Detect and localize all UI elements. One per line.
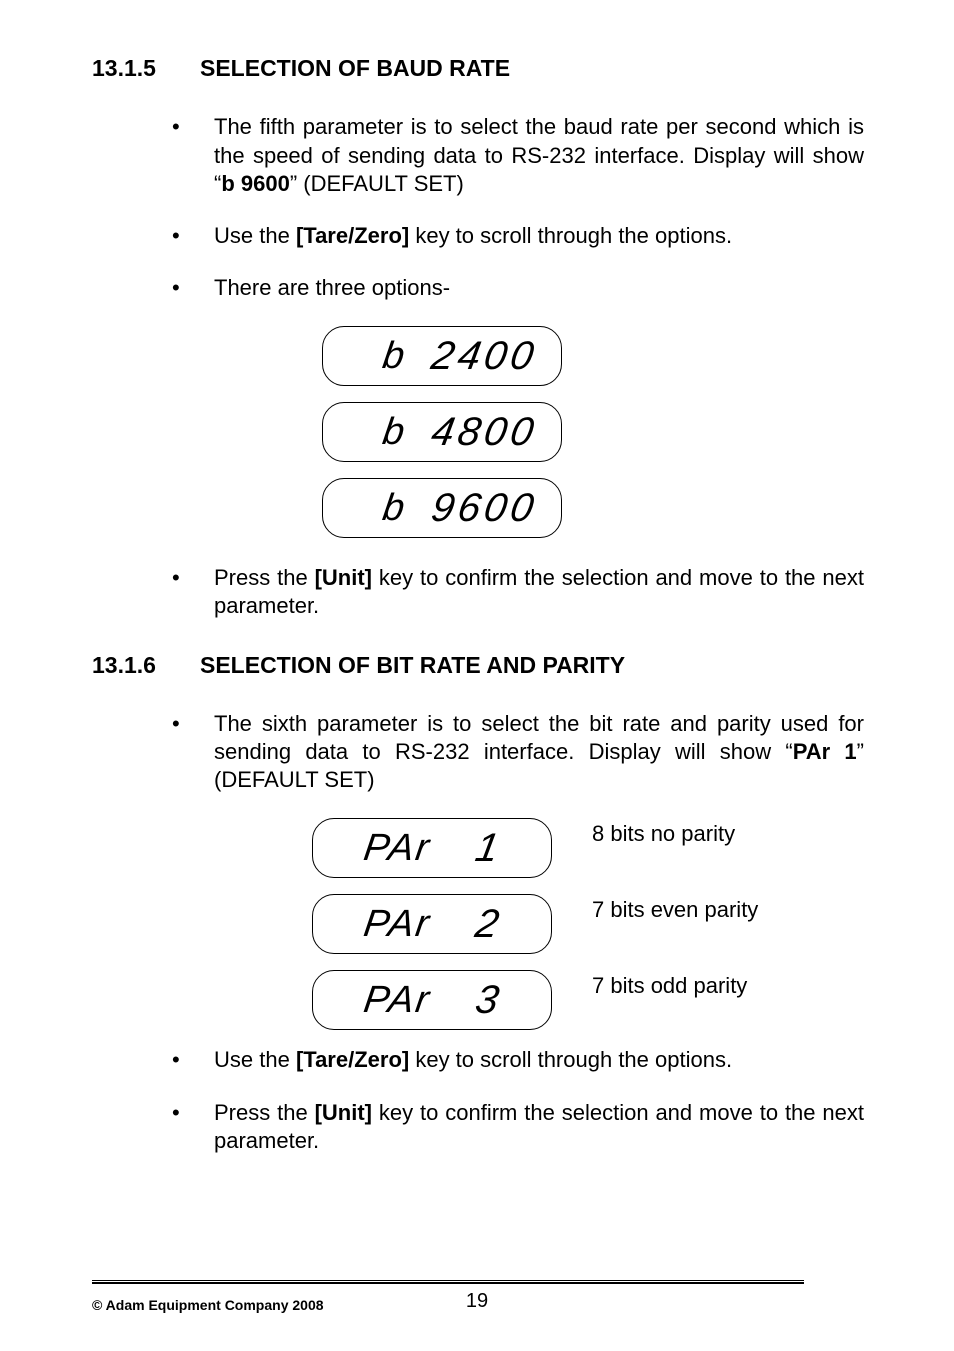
section-title-1: SELECTION OF BAUD RATE: [200, 54, 510, 83]
text-bold: b 9600: [221, 171, 290, 196]
display-value: 3: [472, 975, 505, 1026]
display-prefix: PAr: [360, 824, 433, 873]
text-post: key to scroll through the options.: [409, 223, 732, 248]
text-pre: Press the: [214, 1100, 315, 1125]
page-container: 13.1.5 SELECTION OF BAUD RATE • The fift…: [0, 0, 954, 1351]
list-item: • The fifth parameter is to select the b…: [172, 113, 864, 197]
text-post: key to scroll through the options.: [409, 1047, 732, 1072]
text-pre: Press the: [214, 565, 315, 590]
display-row: PAr 2 7 bits even parity: [312, 894, 864, 954]
list-item: • Use the [Tare/Zero] key to scroll thro…: [172, 222, 864, 250]
text-bold: [Unit]: [315, 565, 372, 590]
section-title-2: SELECTION OF BIT RATE AND PARITY: [200, 651, 625, 680]
lcd-display: b 9600: [322, 478, 562, 538]
text-bold: PAr 1: [793, 739, 857, 764]
bullet-text: There are three options-: [214, 274, 864, 302]
display-label: 8 bits no parity: [592, 818, 735, 848]
display-column-2: PAr 1 8 bits no parity PAr 2 7 bits even…: [312, 818, 864, 1030]
display-prefix: b: [379, 408, 409, 457]
text-post: ” (DEFAULT SET): [290, 171, 464, 196]
list-item: • There are three options-: [172, 274, 864, 302]
display-row: PAr 1 8 bits no parity: [312, 818, 864, 878]
section-heading-2: 13.1.6 SELECTION OF BIT RATE AND PARITY: [92, 651, 864, 680]
footer-rule: [92, 1280, 804, 1281]
display-value: 2400: [428, 331, 542, 382]
display-row: PAr 3 7 bits odd parity: [312, 970, 864, 1030]
footer-copyright: © Adam Equipment Company 2008: [92, 1297, 324, 1315]
list-item: • The sixth parameter is to select the b…: [172, 710, 864, 794]
list-item: • Press the [Unit] key to confirm the se…: [172, 564, 864, 620]
bullet-text: The sixth parameter is to select the bit…: [214, 710, 864, 794]
bullet-icon: •: [172, 113, 214, 197]
bullet-text: Press the [Unit] key to confirm the sele…: [214, 564, 864, 620]
display-value: 1: [472, 823, 505, 874]
section-heading-1: 13.1.5 SELECTION OF BAUD RATE: [92, 54, 864, 83]
display-row: b 4800: [322, 402, 864, 462]
lcd-display: b 4800: [322, 402, 562, 462]
bullet-list-2: • The sixth parameter is to select the b…: [172, 710, 864, 1155]
list-item: • Press the [Unit] key to confirm the se…: [172, 1099, 864, 1155]
text-bold: [Tare/Zero]: [296, 1047, 409, 1072]
text-pre: There are three options-: [214, 275, 450, 300]
list-item: • Use the [Tare/Zero] key to scroll thro…: [172, 1046, 864, 1074]
text-pre: Use the: [214, 1047, 296, 1072]
display-prefix: PAr: [360, 976, 433, 1025]
lcd-display: b 2400: [322, 326, 562, 386]
bullet-icon: •: [172, 1099, 214, 1155]
text-bold: [Unit]: [315, 1100, 372, 1125]
display-prefix: b: [379, 332, 409, 381]
display-prefix: b: [379, 484, 409, 533]
bullet-text: Use the [Tare/Zero] key to scroll throug…: [214, 1046, 864, 1074]
bullet-icon: •: [172, 564, 214, 620]
lcd-display: PAr 2: [312, 894, 552, 954]
bullet-text: The fifth parameter is to select the bau…: [214, 113, 864, 197]
display-value: 2: [472, 899, 505, 950]
display-row: b 9600: [322, 478, 864, 538]
display-prefix: PAr: [360, 900, 433, 949]
lcd-display: PAr 1: [312, 818, 552, 878]
display-label: 7 bits odd parity: [592, 970, 747, 1000]
text-pre: The sixth parameter is to select the bit…: [214, 711, 864, 764]
display-column-1: b 2400 b 4800 b 9600: [322, 326, 864, 538]
lcd-display: PAr 3: [312, 970, 552, 1030]
bullet-icon: •: [172, 1046, 214, 1074]
bullet-icon: •: [172, 222, 214, 250]
bullet-text: Use the [Tare/Zero] key to scroll throug…: [214, 222, 864, 250]
bullet-icon: •: [172, 710, 214, 794]
section-number-1: 13.1.5: [92, 54, 200, 83]
text-pre: Use the: [214, 223, 296, 248]
display-value: 4800: [428, 407, 542, 458]
bullet-list-1: • The fifth parameter is to select the b…: [172, 113, 864, 620]
bullet-text: Press the [Unit] key to confirm the sele…: [214, 1099, 864, 1155]
bullet-icon: •: [172, 274, 214, 302]
display-value: 9600: [428, 483, 542, 534]
display-label: 7 bits even parity: [592, 894, 758, 924]
section-number-2: 13.1.6: [92, 651, 200, 680]
text-bold: [Tare/Zero]: [296, 223, 409, 248]
display-row: b 2400: [322, 326, 864, 386]
